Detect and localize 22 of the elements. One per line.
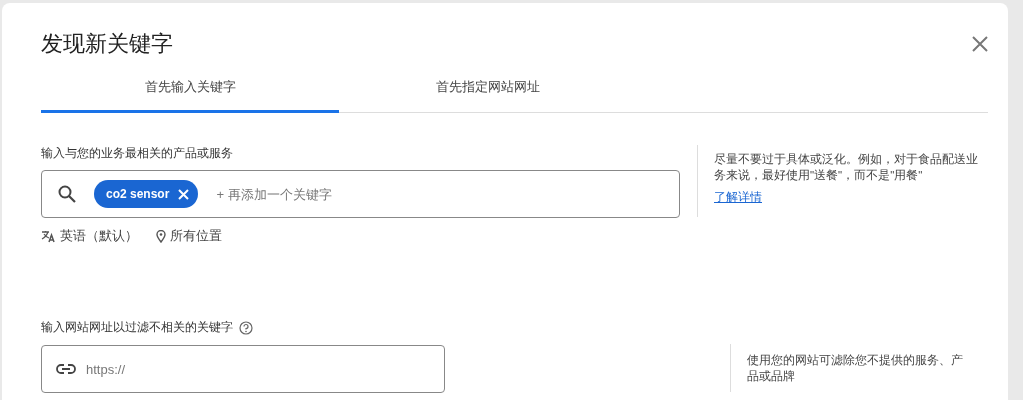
location-setting[interactable]: 所有位置	[170, 227, 222, 245]
hint-text: 使用您的网站可滤除您不提供的服务、产品或品牌	[747, 353, 964, 384]
field-label: 输入网站网址以过滤不相关的关键字	[41, 319, 233, 336]
learn-more-link[interactable]: 了解详情	[714, 189, 762, 206]
url-input[interactable]: https://	[84, 360, 444, 378]
location-pin-icon	[156, 229, 166, 243]
close-icon[interactable]	[972, 36, 988, 52]
url-field-frame[interactable]: https://	[41, 345, 445, 393]
search-icon	[58, 185, 76, 203]
link-icon	[56, 364, 76, 374]
remove-icon[interactable]	[178, 188, 190, 200]
hint-text: 尽量不要过于具体或泛化。例如，对于食品配送业务来说，最好使用"送餐"，而不是"用餐"	[714, 152, 979, 183]
tab[interactable]: 首先输入关键字	[41, 69, 339, 113]
keyword-input[interactable]: + 再添加一个关键字	[214, 185, 679, 203]
field-label: 输入与您的业务最相关的产品或服务	[41, 145, 234, 162]
keyword-field-frame[interactable]: co2 sensor + 再添加一个关键字	[41, 170, 680, 218]
help-icon[interactable]	[239, 320, 253, 335]
translate-icon	[41, 229, 56, 243]
keyword-chip[interactable]: co2 sensor	[94, 180, 199, 208]
tab[interactable]: 首先指定网站网址	[339, 69, 637, 113]
dialog-title: 发现新关键字	[41, 30, 173, 58]
language-setting[interactable]: 英语（默认）	[60, 227, 138, 245]
